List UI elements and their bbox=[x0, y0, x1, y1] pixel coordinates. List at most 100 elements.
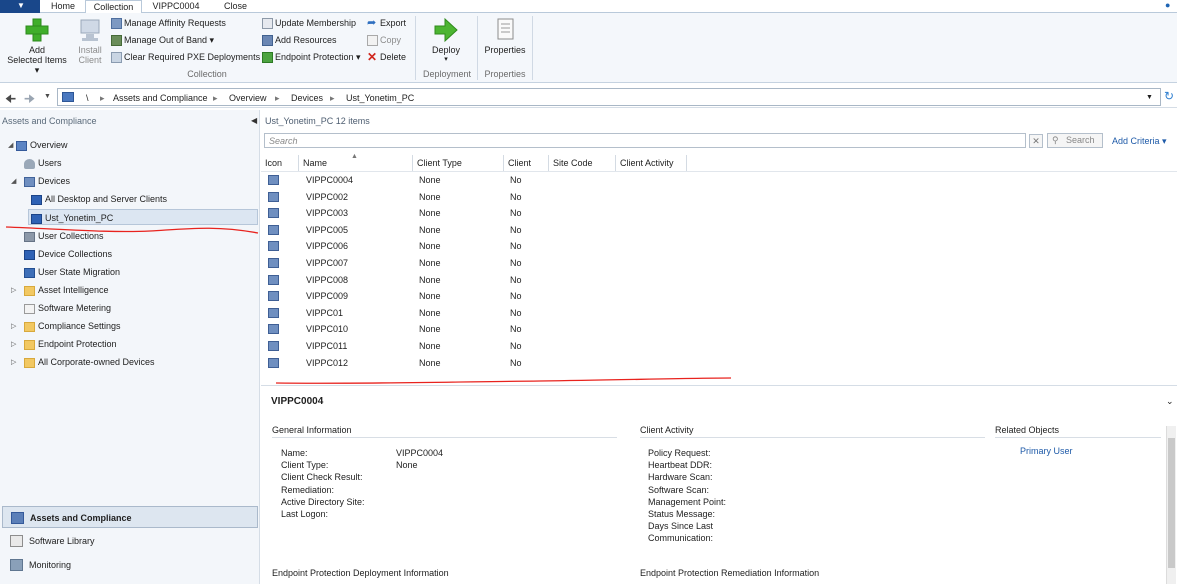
app-menu-button[interactable]: ▼ bbox=[0, 0, 40, 13]
table-row[interactable]: VIPPC012 None No bbox=[261, 355, 1177, 371]
collapsed-icon[interactable]: ▷ bbox=[11, 358, 16, 366]
column-header-icon[interactable]: Icon bbox=[261, 155, 299, 171]
breadcrumb-devices[interactable]: Devices bbox=[291, 93, 323, 103]
nav-item-compliance-settings[interactable]: Compliance Settings bbox=[24, 318, 121, 334]
table-row[interactable]: VIPPC007 None No bbox=[261, 255, 1177, 271]
update-membership-button[interactable]: Update Membership bbox=[262, 16, 356, 31]
search-input[interactable]: Search bbox=[264, 133, 1026, 148]
refresh-icon[interactable]: ↻ bbox=[1164, 89, 1174, 103]
breadcrumb-separator-icon[interactable]: ▸ bbox=[275, 93, 280, 104]
delete-button[interactable]: ✕ Delete bbox=[367, 50, 406, 65]
primary-user-link[interactable]: Primary User bbox=[1020, 445, 1073, 457]
workspace-monitoring[interactable]: Monitoring bbox=[2, 554, 258, 576]
nav-item-endpoint-protection[interactable]: Endpoint Protection bbox=[24, 336, 117, 352]
nav-item-overview[interactable]: Overview bbox=[16, 137, 68, 153]
field-heartbeat-label: Heartbeat DDR: bbox=[648, 460, 713, 471]
general-information-keys: Name: Client Type: Client Check Result: … bbox=[281, 447, 365, 520]
breadcrumb-separator-icon[interactable]: ▸ bbox=[100, 93, 105, 104]
table-row[interactable]: VIPPC01 None No bbox=[261, 305, 1177, 321]
tab-home[interactable]: Home bbox=[44, 0, 82, 13]
client-type-cell: None bbox=[419, 175, 441, 185]
client-cell: No bbox=[510, 208, 522, 219]
address-dropdown-icon[interactable]: ▼ bbox=[1146, 94, 1153, 101]
breadcrumb-separator-icon[interactable]: ▸ bbox=[213, 93, 218, 104]
deploy-button[interactable]: Deploy ▾ bbox=[424, 17, 468, 65]
install-client-button[interactable]: Install Client bbox=[74, 17, 106, 65]
nav-item-all-desktop-clients[interactable]: All Desktop and Server Clients bbox=[31, 191, 167, 207]
back-arrow-icon[interactable]: 🠈 bbox=[5, 90, 16, 111]
clear-search-button[interactable]: ✕ bbox=[1029, 134, 1043, 148]
breadcrumb[interactable]: \ ▸ Assets and Compliance ▸ Overview ▸ D… bbox=[57, 88, 1161, 106]
nav-item-users[interactable]: Users bbox=[24, 155, 62, 171]
breadcrumb-assets[interactable]: Assets and Compliance bbox=[113, 93, 208, 103]
nav-item-asset-intelligence[interactable]: Asset Intelligence bbox=[24, 282, 109, 298]
clear-pxe-deployments-button[interactable]: Clear Required PXE Deployments bbox=[111, 50, 260, 65]
table-row[interactable]: VIPPC008 None No bbox=[261, 272, 1177, 288]
nav-item-software-metering[interactable]: Software Metering bbox=[24, 300, 111, 316]
manage-out-of-band-button[interactable]: Manage Out of Band ▾ bbox=[111, 33, 214, 48]
search-button[interactable]: ⚲ Search bbox=[1047, 133, 1103, 148]
client-cell: No bbox=[510, 241, 522, 252]
client-cell: No bbox=[510, 307, 522, 318]
device-icon bbox=[268, 341, 279, 351]
workspace-software-library[interactable]: Software Library bbox=[2, 530, 258, 552]
workspace-assets-and-compliance[interactable]: Assets and Compliance bbox=[2, 506, 258, 528]
collapse-pane-icon[interactable]: ◀ bbox=[251, 116, 257, 125]
manage-affinity-requests-button[interactable]: Manage Affinity Requests bbox=[111, 16, 226, 31]
table-row[interactable]: VIPPC003 None No bbox=[261, 205, 1177, 221]
column-header-client-activity[interactable]: Client Activity bbox=[616, 155, 687, 171]
console-root-icon bbox=[62, 92, 74, 102]
nav-item-ust-yonetim-pc[interactable]: Ust_Yonetim_PC bbox=[28, 209, 258, 225]
history-dropdown-icon[interactable]: ▼ bbox=[44, 93, 51, 100]
collapsed-icon[interactable]: ▷ bbox=[11, 340, 16, 348]
nav-item-devices[interactable]: Devices bbox=[24, 173, 70, 189]
table-row[interactable]: VIPPC009 None No bbox=[261, 288, 1177, 304]
nav-item-user-state-migration[interactable]: User State Migration bbox=[24, 264, 120, 280]
table-row[interactable]: VIPPC0004 None No bbox=[261, 172, 1177, 188]
search-placeholder: Search bbox=[269, 136, 298, 146]
add-selected-items-button[interactable]: Add Selected Items ▾ bbox=[4, 17, 70, 75]
collapsed-icon[interactable]: ▷ bbox=[11, 286, 16, 294]
details-scrollbar[interactable] bbox=[1166, 426, 1176, 584]
breadcrumb-separator-icon[interactable]: ▸ bbox=[330, 93, 335, 104]
column-header-client-type[interactable]: Client Type bbox=[413, 155, 504, 171]
tab-close[interactable]: Close bbox=[213, 0, 258, 13]
expanded-icon[interactable]: ◢ bbox=[11, 177, 16, 185]
properties-button[interactable]: Properties bbox=[482, 17, 528, 55]
table-row[interactable]: VIPPC010 None No bbox=[261, 321, 1177, 337]
expanded-icon[interactable]: ◢ bbox=[8, 141, 13, 149]
column-header-site-code[interactable]: Site Code bbox=[549, 155, 616, 171]
properties-sheet-icon bbox=[497, 18, 514, 40]
nav-item-user-collections[interactable]: User Collections bbox=[24, 228, 104, 244]
field-ad-site-label: Active Directory Site: bbox=[281, 496, 365, 507]
table-row[interactable]: VIPPC006 None No bbox=[261, 238, 1177, 254]
nav-item-label: All Desktop and Server Clients bbox=[45, 194, 168, 204]
export-button[interactable]: ➦ Export bbox=[367, 16, 406, 31]
column-header-name[interactable]: Name ▲ bbox=[299, 153, 413, 171]
breadcrumb-overview[interactable]: Overview bbox=[229, 93, 267, 103]
column-header-client[interactable]: Client bbox=[504, 155, 549, 171]
add-resources-button[interactable]: Add Resources bbox=[262, 33, 337, 48]
nav-item-all-corporate-owned-devices[interactable]: All Corporate-owned Devices bbox=[24, 354, 155, 370]
table-row[interactable]: VIPPC011 None No bbox=[261, 338, 1177, 354]
field-client-type-label: Client Type: bbox=[281, 460, 329, 471]
breadcrumb-root[interactable]: \ bbox=[86, 93, 89, 103]
details-collapse-icon[interactable]: ⌄ bbox=[1166, 396, 1174, 407]
endpoint-protection-button[interactable]: Endpoint Protection ▾ bbox=[262, 50, 361, 65]
table-row[interactable]: VIPPC002 None No bbox=[261, 189, 1177, 205]
tab-vippc0004[interactable]: VIPPC0004 bbox=[147, 0, 205, 13]
help-icon[interactable]: ● bbox=[1165, 0, 1175, 11]
scrollbar-thumb[interactable] bbox=[1168, 438, 1175, 568]
nav-item-device-collections[interactable]: Device Collections bbox=[24, 246, 112, 262]
add-criteria-link[interactable]: Add Criteria ▾ bbox=[1112, 136, 1167, 147]
device-icon bbox=[268, 324, 279, 335]
copy-button[interactable]: Copy bbox=[367, 33, 401, 48]
table-row[interactable]: VIPPC005 None No bbox=[261, 222, 1177, 238]
deploy-dropdown-arrow: ▾ bbox=[444, 56, 448, 63]
tab-collection[interactable]: Collection bbox=[85, 0, 142, 14]
collapsed-icon[interactable]: ▷ bbox=[11, 322, 16, 330]
details-title: VIPPC0004 bbox=[271, 396, 324, 407]
forward-arrow-icon[interactable]: 🠊 bbox=[24, 90, 35, 111]
client-cell: No bbox=[510, 175, 522, 185]
breadcrumb-ust-yonetim-pc[interactable]: Ust_Yonetim_PC bbox=[346, 93, 414, 103]
